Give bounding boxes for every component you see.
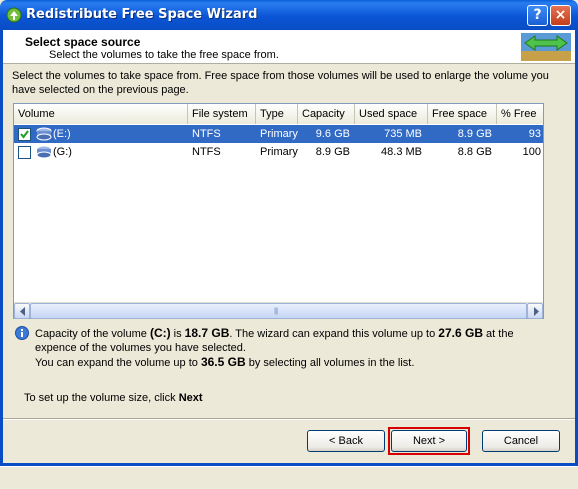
next-button[interactable]: Next >: [391, 430, 467, 452]
volume-name: (G:): [53, 146, 72, 158]
help-button[interactable]: ?: [527, 5, 548, 26]
column-header-volume[interactable]: Volume: [14, 104, 188, 124]
volume-list[interactable]: Volume File system Type Capacity Used sp…: [13, 103, 544, 319]
volume-checkbox[interactable]: [18, 128, 31, 141]
list-header: Volume File system Type Capacity Used sp…: [14, 104, 543, 124]
cancel-button[interactable]: Cancel: [482, 430, 560, 452]
used-space-cell: 735 MB: [384, 128, 422, 140]
back-button[interactable]: < Back: [307, 430, 385, 452]
table-row[interactable]: (E:) NTFS Primary 9.6 GB 735 MB 8.9 GB 9…: [14, 125, 543, 143]
description-text: Select the volumes to take space from. F…: [12, 70, 549, 96]
type-cell: Primary: [260, 128, 298, 140]
capacity-cell: 8.9 GB: [315, 146, 350, 158]
wizard-icon: [6, 7, 22, 23]
wizard-content: Select the volumes to take space from. F…: [3, 64, 575, 422]
column-header-type[interactable]: Type: [256, 104, 298, 124]
setup-hint: To set up the volume size, click Next: [24, 392, 203, 404]
title-bar: Redistribute Free Space Wizard ? ×: [0, 0, 578, 30]
file-system-cell: NTFS: [192, 128, 221, 140]
table-row[interactable]: (G:) NTFS Primary 8.9 GB 48.3 MB 8.8 GB …: [14, 143, 543, 161]
scroll-right-button[interactable]: [527, 303, 543, 319]
type-cell: Primary: [260, 146, 298, 158]
column-header-pct-free[interactable]: % Free: [497, 104, 543, 124]
capacity-info-text: Capacity of the volume (C:) is 18.7 GB. …: [35, 326, 514, 369]
grip-icon: ||||: [274, 308, 278, 315]
free-space-cell: 8.9 GB: [457, 128, 492, 140]
file-system-cell: NTFS: [192, 146, 221, 158]
horizontal-scrollbar[interactable]: ||||: [14, 302, 543, 319]
scroll-thumb[interactable]: ||||: [30, 303, 527, 319]
separator: [3, 418, 575, 420]
redistribute-arrows-icon: [521, 33, 571, 61]
free-space-cell: 8.8 GB: [457, 146, 492, 158]
info-icon: [15, 326, 29, 340]
column-header-file-system[interactable]: File system: [188, 104, 256, 124]
page-title: Select space source: [25, 35, 141, 49]
close-button[interactable]: ×: [550, 5, 571, 26]
used-space-cell: 48.3 MB: [381, 146, 422, 158]
arrow-left-icon: [20, 307, 25, 316]
arrow-right-icon: [534, 307, 539, 316]
volume-checkbox[interactable]: [18, 146, 31, 159]
column-header-free-space[interactable]: Free space: [428, 104, 497, 124]
disk-icon: [36, 145, 52, 159]
window-title: Redistribute Free Space Wizard: [26, 7, 258, 22]
pct-free-cell: 93: [528, 128, 541, 140]
capacity-cell: 9.6 GB: [315, 128, 350, 140]
volume-name: (E:): [53, 128, 71, 140]
page-subtitle: Select the volumes to take the free spac…: [49, 49, 279, 61]
column-header-capacity[interactable]: Capacity: [298, 104, 355, 124]
scroll-left-button[interactable]: [14, 303, 30, 319]
checkmark-icon: [20, 130, 29, 139]
pct-free-cell: 100: [522, 146, 541, 158]
desktop-strip: [0, 466, 578, 489]
wizard-header: Select space source Select the volumes t…: [3, 30, 575, 64]
disk-icon: [36, 127, 52, 141]
column-header-used-space[interactable]: Used space: [355, 104, 428, 124]
